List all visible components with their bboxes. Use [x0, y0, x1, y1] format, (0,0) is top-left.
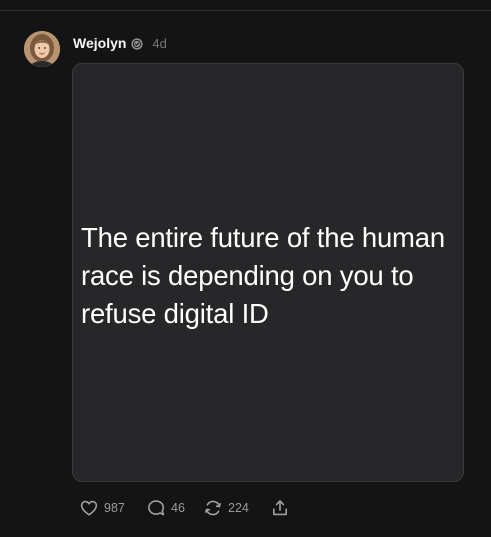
post-timestamp[interactable]: 4d [152, 36, 166, 51]
like-button[interactable]: 987 [79, 498, 146, 518]
reply-button[interactable]: 46 [146, 498, 203, 518]
avatar[interactable] [24, 31, 60, 67]
like-count: 987 [104, 501, 125, 515]
verified-badge-icon [131, 37, 144, 50]
card-text: The entire future of the human race is d… [81, 222, 445, 329]
share-button[interactable] [270, 498, 294, 518]
repost-icon [203, 498, 223, 518]
text-image-card[interactable]: The entire future of the human race is d… [72, 63, 464, 482]
reply-count: 46 [171, 501, 185, 515]
repost-button[interactable]: 224 [203, 498, 270, 518]
post-header: Wejolyn 4d [73, 33, 167, 53]
share-icon [270, 498, 290, 518]
repost-count: 224 [228, 501, 249, 515]
heart-icon [79, 498, 99, 518]
feed-frame: Wejolyn 4d The entire future of the huma… [0, 0, 491, 537]
action-bar: 987 46 224 [79, 498, 294, 518]
post: Wejolyn 4d The entire future of the huma… [0, 11, 491, 537]
comment-icon [146, 498, 166, 518]
author-name[interactable]: Wejolyn [73, 35, 126, 51]
